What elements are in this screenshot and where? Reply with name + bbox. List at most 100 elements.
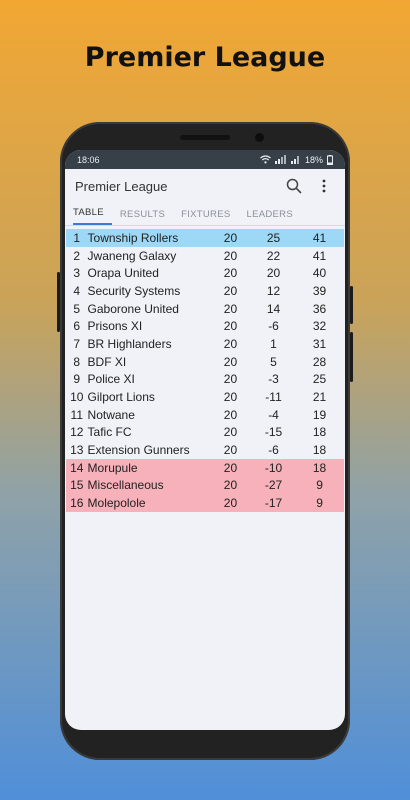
app-screen: 18:06 18% Premier League TABLE RESULTS F…	[65, 150, 345, 730]
played-cell: 20	[223, 372, 238, 387]
phone-camera	[255, 133, 264, 142]
goal-difference-cell: -15	[264, 425, 283, 440]
goal-difference-cell: -10	[264, 460, 283, 475]
table-row[interactable]: 16 Molepolole 20 -17 9	[66, 494, 344, 512]
table-row[interactable]: 1 Township Rollers 20 25 41	[66, 229, 344, 247]
position-cell: 2	[73, 248, 81, 263]
tab-leaders[interactable]: LEADERS	[247, 209, 301, 225]
goal-difference-cell: -27	[264, 478, 283, 493]
position-cell: 15	[70, 478, 84, 493]
tab-fixtures[interactable]: FIXTURES	[181, 209, 238, 225]
more-vert-icon	[322, 179, 326, 193]
table-row[interactable]: 3 Orapa United 20 20 40	[66, 264, 344, 282]
points-cell: 19	[312, 407, 327, 422]
phone-speaker	[180, 135, 230, 140]
team-name-cell: Morupule	[87, 460, 138, 475]
table-row[interactable]: 15 Miscellaneous 20 -27 9	[66, 476, 344, 495]
battery-icon	[327, 154, 333, 165]
position-cell: 6	[73, 319, 81, 334]
points-cell: 9	[316, 478, 323, 493]
goal-difference-cell: 22	[266, 248, 281, 263]
position-cell: 14	[70, 460, 84, 475]
played-cell: 20	[223, 336, 238, 351]
team-name-cell: Miscellaneous	[87, 478, 164, 493]
wifi-icon	[260, 155, 271, 164]
team-name-cell: Jwaneng Galaxy	[87, 248, 177, 263]
played-cell: 20	[223, 319, 238, 334]
position-cell: 10	[70, 390, 84, 405]
points-cell: 9	[316, 496, 323, 511]
team-name-cell: BDF XI	[87, 354, 127, 369]
team-name-cell: Tafic FC	[87, 425, 132, 440]
status-time: 18:06	[77, 154, 100, 165]
app-title: Premier League	[75, 178, 168, 194]
team-name-cell: Gaborone United	[87, 301, 179, 316]
overflow-menu-button[interactable]	[313, 175, 335, 197]
promo-headline: Premier League	[84, 42, 326, 73]
played-cell: 20	[223, 460, 238, 475]
goal-difference-cell: 12	[266, 283, 281, 298]
points-cell: 39	[312, 283, 327, 298]
points-cell: 36	[312, 301, 327, 316]
table-row[interactable]: 12 Tafic FC 20 -15 18	[66, 424, 344, 442]
goal-difference-cell: -6	[268, 319, 279, 334]
signal-icon	[274, 155, 286, 164]
tab-table[interactable]: TABLE	[73, 207, 112, 225]
table-row[interactable]: 9 Police XI 20 -3 25	[66, 371, 344, 389]
position-cell: 16	[70, 496, 84, 511]
played-cell: 20	[223, 390, 238, 405]
signal-2-icon	[290, 156, 299, 164]
status-icons: 18%	[260, 154, 333, 165]
played-cell: 20	[223, 425, 238, 440]
played-cell: 20	[223, 283, 238, 298]
volume-button	[57, 272, 60, 332]
points-cell: 21	[312, 390, 327, 405]
table-row[interactable]: 6 Prisons XI 20 -6 32	[66, 317, 344, 335]
position-cell: 4	[73, 283, 81, 298]
played-cell: 20	[223, 407, 238, 422]
played-cell: 20	[223, 230, 238, 245]
team-name-cell: Notwane	[87, 407, 135, 422]
played-cell: 20	[223, 443, 238, 458]
points-cell: 41	[312, 248, 327, 263]
table-row[interactable]: 13 Extension Gunners 20 -6 18	[66, 441, 344, 459]
table-row[interactable]: 7 BR Highlanders 20 1 31	[66, 335, 344, 353]
position-cell: 11	[70, 407, 83, 422]
goal-difference-cell: -3	[268, 372, 279, 387]
table-row[interactable]: 5 Gaborone United 20 14 36	[66, 300, 344, 318]
goal-difference-cell: -6	[268, 443, 279, 458]
played-cell: 20	[223, 496, 238, 511]
position-cell: 8	[73, 354, 81, 369]
played-cell: 20	[223, 354, 238, 369]
points-cell: 18	[312, 443, 327, 458]
points-cell: 41	[312, 230, 327, 245]
position-cell: 3	[73, 266, 81, 281]
points-cell: 18	[312, 460, 327, 475]
team-name-cell: Township Rollers	[87, 230, 179, 245]
battery-percent: 18%	[304, 154, 323, 165]
points-cell: 28	[312, 354, 327, 369]
goal-difference-cell: 14	[266, 301, 281, 316]
played-cell: 20	[223, 248, 238, 263]
side-button	[350, 332, 353, 382]
team-name-cell: Gilport Lions	[87, 390, 155, 405]
table-row[interactable]: 8 BDF XI 20 5 28	[66, 353, 344, 371]
tab-results[interactable]: RESULTS	[120, 209, 173, 225]
points-cell: 32	[312, 319, 327, 334]
points-cell: 25	[312, 372, 327, 387]
table-row[interactable]: 2 Jwaneng Galaxy 20 22 41	[66, 247, 344, 265]
team-name-cell: BR Highlanders	[87, 336, 172, 351]
search-button[interactable]	[283, 175, 305, 197]
team-name-cell: Police XI	[87, 372, 135, 387]
points-cell: 31	[312, 336, 327, 351]
table-row[interactable]: 10 Gilport Lions 20 -11 21	[66, 388, 344, 406]
table-row[interactable]: 11 Notwane 20 -4 19	[66, 406, 344, 424]
position-cell: 9	[73, 372, 81, 387]
power-button	[350, 286, 353, 324]
position-cell: 1	[73, 230, 81, 245]
goal-difference-cell: -4	[268, 407, 279, 422]
team-name-cell: Prisons XI	[87, 319, 143, 334]
table-row[interactable]: 4 Security Systems 20 12 39	[66, 282, 344, 300]
team-name-cell: Orapa United	[87, 266, 159, 281]
table-row[interactable]: 14 Morupule 20 -10 18	[66, 458, 344, 477]
